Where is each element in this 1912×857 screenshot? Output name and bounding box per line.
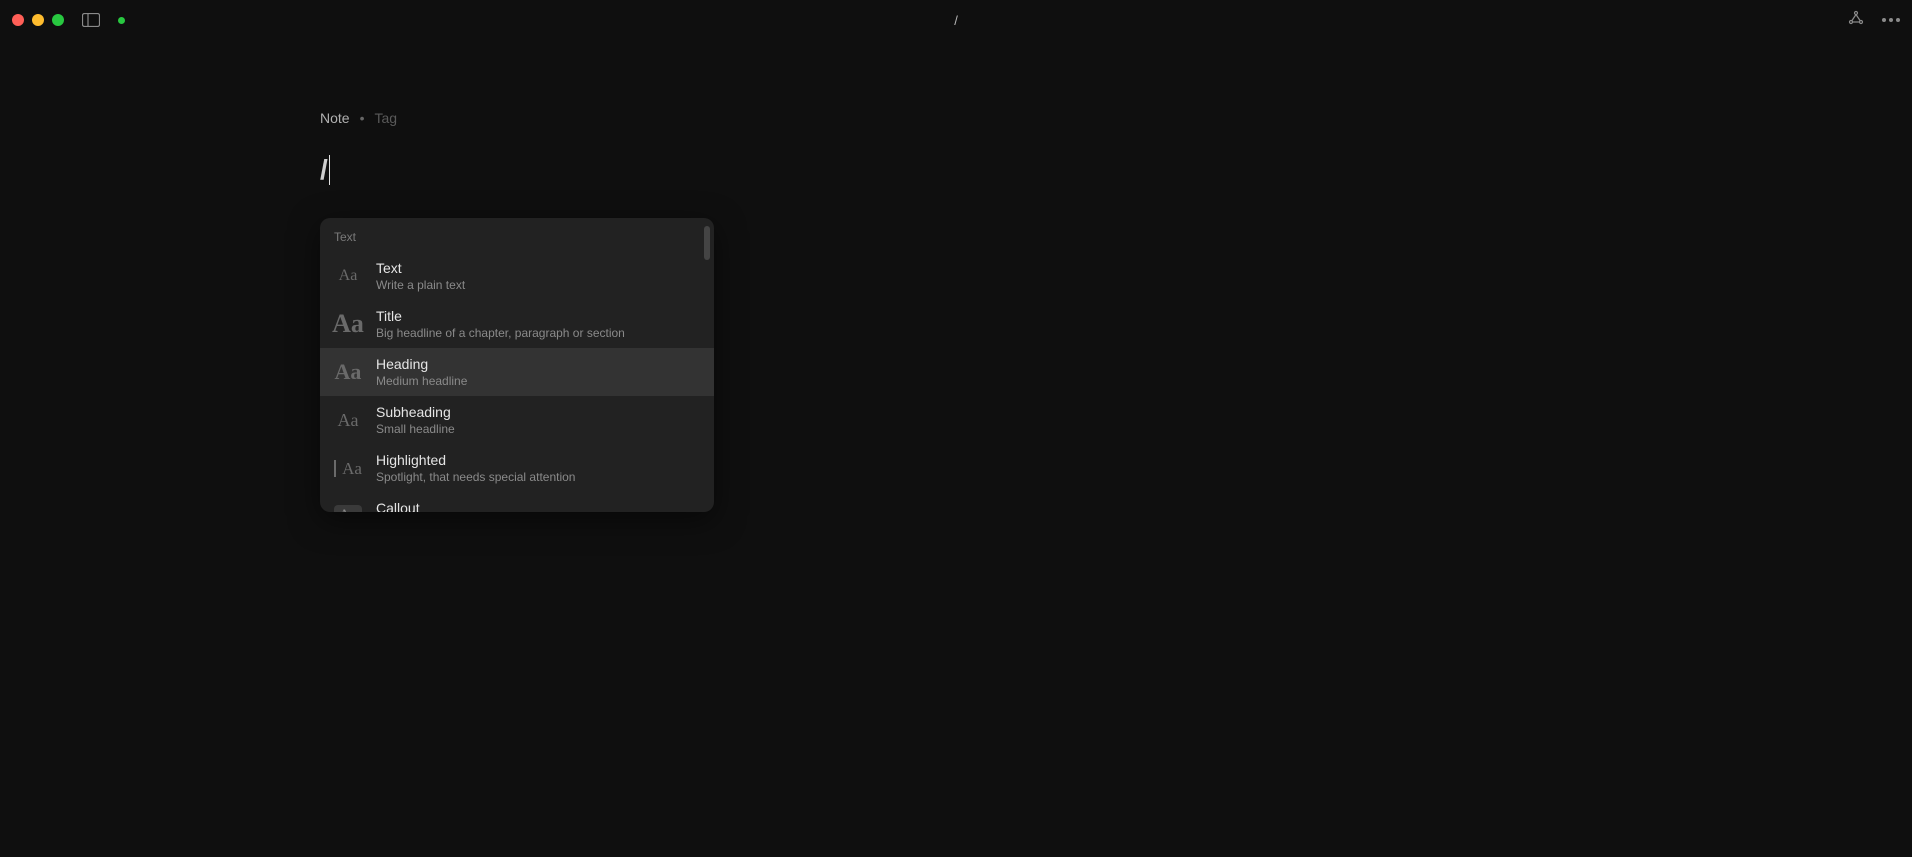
slash-item-title: Highlighted — [376, 452, 575, 468]
sidebar-toggle-button[interactable] — [82, 13, 100, 27]
slash-item-text: Highlighted Spotlight, that needs special… — [376, 452, 575, 484]
note-title-input[interactable]: / — [320, 154, 1912, 186]
slash-item-title: Title — [376, 308, 625, 324]
dot-icon — [1896, 18, 1900, 22]
slash-item-text: Subheading Small headline — [376, 404, 455, 436]
slash-item-description: Big headline of a chapter, paragraph or … — [376, 326, 625, 340]
slash-item-callout[interactable]: Aa CalloutBordered text with icon — [320, 492, 714, 512]
breadcrumb: Note • Tag — [320, 110, 1912, 126]
text-style-icon: Aa — [334, 310, 362, 338]
slash-item-description: Write a plain text — [376, 278, 465, 292]
slash-section-label: Text — [320, 218, 714, 252]
text-style-icon: Aa — [334, 454, 362, 482]
slash-item-title: Heading — [376, 356, 467, 372]
slash-item-heading[interactable]: Aa Heading Medium headline — [320, 348, 714, 396]
text-cursor — [329, 155, 330, 185]
slash-item-text: CalloutBordered text with icon — [376, 500, 498, 512]
window-close-button[interactable] — [12, 14, 24, 26]
breadcrumb-separator: • — [360, 110, 365, 126]
note-title-text: / — [320, 154, 328, 186]
graph-icon — [1848, 10, 1864, 26]
sync-status-indicator — [118, 17, 125, 24]
text-style-icon: Aa — [334, 406, 362, 434]
title-bar-right — [1848, 10, 1900, 31]
slash-item-text: Heading Medium headline — [376, 356, 467, 388]
slash-item-title[interactable]: Aa Title Big headline of a chapter, paragr… — [320, 300, 714, 348]
slash-menu-scroll[interactable]: Text Aa Text Write a plain text Aa Title Big … — [320, 218, 714, 512]
title-bar: / — [0, 0, 1912, 40]
window-title: / — [954, 13, 958, 28]
slash-item-title: Text — [376, 260, 465, 276]
breadcrumb-note-label[interactable]: Note — [320, 110, 350, 126]
slash-item-text[interactable]: Aa Text Write a plain text — [320, 252, 714, 300]
text-style-icon: Aa — [334, 262, 362, 290]
slash-item-text: Title Big headline of a chapter, paragrap… — [376, 308, 625, 340]
window-maximize-button[interactable] — [52, 14, 64, 26]
text-style-icon: Aa — [334, 502, 362, 512]
more-options-button[interactable] — [1882, 18, 1900, 22]
slash-item-description: Small headline — [376, 422, 455, 436]
breadcrumb-tag-placeholder[interactable]: Tag — [374, 110, 397, 126]
slash-item-highlighted[interactable]: Aa Highlighted Spotlight, that needs speci… — [320, 444, 714, 492]
slash-item-title: Callout — [376, 500, 498, 512]
window-controls — [12, 14, 64, 26]
slash-command-menu: Text Aa Text Write a plain text Aa Title Big … — [320, 218, 714, 512]
slash-item-subheading[interactable]: Aa Subheading Small headline — [320, 396, 714, 444]
dot-icon — [1889, 18, 1893, 22]
window-minimize-button[interactable] — [32, 14, 44, 26]
dot-icon — [1882, 18, 1886, 22]
slash-item-description: Medium headline — [376, 374, 467, 388]
editor-content: Note • Tag / Text AaTextWrite a plain te… — [0, 40, 1912, 186]
slash-item-text: Text Write a plain text — [376, 260, 465, 292]
slash-item-title: Subheading — [376, 404, 455, 420]
slash-item-description: Spotlight, that needs special attention — [376, 470, 575, 484]
sidebar-icon — [82, 13, 100, 27]
text-style-icon: Aa — [334, 358, 362, 386]
graph-view-button[interactable] — [1848, 10, 1864, 31]
scrollbar-thumb[interactable] — [704, 226, 710, 260]
